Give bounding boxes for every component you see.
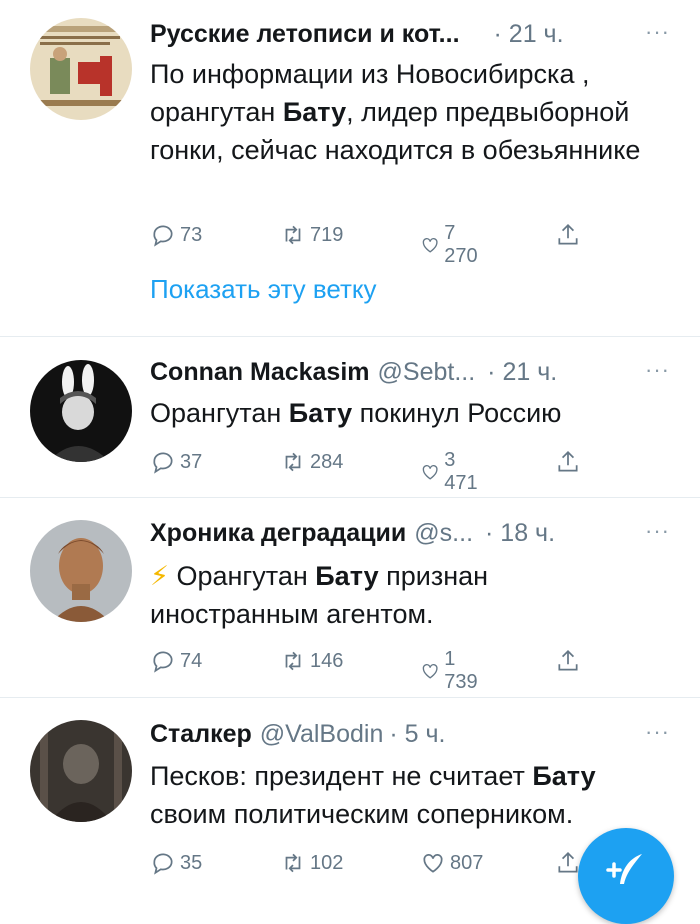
tweet-header: Сталкер @ValBodin · 5 ч. ··· bbox=[150, 717, 670, 751]
reply-count: 73 bbox=[180, 223, 203, 246]
reply-icon bbox=[153, 853, 173, 875]
reply-icon bbox=[153, 452, 173, 474]
like-button[interactable]: 3 471 bbox=[420, 449, 483, 495]
retweet-count: 146 bbox=[310, 649, 344, 672]
retweet-button[interactable]: 102 bbox=[280, 850, 343, 876]
like-button[interactable]: 807 bbox=[420, 850, 483, 876]
retweet-icon bbox=[285, 853, 301, 873]
like-button[interactable]: 7 270 bbox=[420, 222, 483, 268]
tweet-2[interactable]: Connan Mackasim @Sebt... · 21 ч. ··· Ора… bbox=[0, 337, 700, 497]
retweet-count: 284 bbox=[310, 450, 344, 473]
more-options-icon[interactable]: ··· bbox=[645, 715, 670, 749]
retweet-count: 102 bbox=[310, 851, 344, 874]
author-name[interactable]: Хроника деградации bbox=[150, 516, 406, 550]
share-button[interactable] bbox=[555, 222, 585, 248]
reply-count: 35 bbox=[180, 851, 203, 874]
like-count: 7 270 bbox=[444, 222, 478, 267]
share-icon bbox=[558, 451, 578, 472]
show-thread-link[interactable]: Показать эту ветку bbox=[150, 274, 377, 305]
reply-count: 74 bbox=[180, 649, 203, 672]
retweet-button[interactable]: 284 bbox=[280, 449, 343, 475]
reply-button[interactable]: 73 bbox=[150, 222, 202, 248]
tweet-time[interactable]: · 21 ч. bbox=[494, 17, 564, 51]
author-handle[interactable]: @ValBodin bbox=[260, 717, 384, 751]
more-options-icon[interactable]: ··· bbox=[645, 353, 670, 387]
reply-button[interactable]: 37 bbox=[150, 449, 202, 475]
share-icon bbox=[558, 650, 578, 671]
manuscript-avatar-image bbox=[30, 18, 132, 120]
more-options-icon[interactable]: ··· bbox=[645, 15, 670, 49]
avatar[interactable] bbox=[30, 18, 132, 120]
author-name[interactable]: Connan Mackasim bbox=[150, 355, 370, 389]
tweet-text: Песков: президент не считает Бату своим … bbox=[150, 761, 596, 829]
avatar[interactable] bbox=[30, 720, 132, 822]
like-count: 3 471 bbox=[444, 449, 478, 494]
tweet-header: Хроника деградации @s... · 18 ч. ··· bbox=[150, 516, 670, 550]
retweet-icon bbox=[285, 452, 301, 472]
reply-count: 37 bbox=[180, 450, 203, 473]
reply-button[interactable]: 35 bbox=[150, 850, 202, 876]
retweet-count: 719 bbox=[310, 223, 344, 246]
like-count: 1 739 bbox=[444, 648, 478, 693]
bust-avatar-image bbox=[30, 520, 132, 622]
like-count: 807 bbox=[450, 851, 484, 874]
more-options-icon[interactable]: ··· bbox=[645, 514, 670, 548]
tweet-time[interactable]: · 5 ч. bbox=[389, 717, 445, 751]
tweet-header: Русские летописи и кот... · 21 ч. ··· bbox=[150, 17, 670, 51]
author-handle[interactable]: @Sebt... bbox=[378, 355, 476, 389]
author-name[interactable]: Сталкер bbox=[150, 717, 252, 751]
reply-icon bbox=[153, 651, 173, 673]
tweet-text: Орангутан Бату покинул Россию bbox=[150, 398, 562, 428]
stalker-avatar-image bbox=[30, 720, 132, 822]
bunny-ears-avatar-image bbox=[30, 360, 132, 462]
author-name[interactable]: Русские летописи и кот... bbox=[150, 17, 460, 51]
share-icon bbox=[558, 224, 578, 245]
tweet-time[interactable]: · 21 ч. bbox=[487, 355, 557, 389]
tweet-3[interactable]: Хроника деградации @s... · 18 ч. ··· ⚡ О… bbox=[0, 498, 700, 697]
retweet-button[interactable]: 719 bbox=[280, 222, 343, 248]
tweet-text: ⚡ Орангутан Бату признан иностранным аге… bbox=[150, 561, 489, 629]
avatar[interactable] bbox=[30, 360, 132, 462]
avatar[interactable] bbox=[30, 520, 132, 622]
like-icon bbox=[423, 854, 443, 873]
tweet-header: Connan Mackasim @Sebt... · 21 ч. ··· bbox=[150, 355, 670, 389]
compose-tweet-button[interactable] bbox=[578, 828, 674, 924]
tweet-time[interactable]: · 18 ч. bbox=[485, 516, 555, 550]
like-icon bbox=[422, 663, 438, 679]
retweet-button[interactable]: 146 bbox=[280, 648, 343, 674]
like-button[interactable]: 1 739 bbox=[420, 648, 483, 694]
like-icon bbox=[422, 237, 438, 253]
retweet-icon bbox=[285, 225, 301, 245]
share-button[interactable] bbox=[555, 648, 585, 674]
author-handle[interactable]: @s... bbox=[414, 516, 473, 550]
reply-icon bbox=[153, 225, 173, 247]
tweet-1[interactable]: Русские летописи и кот... · 21 ч. ··· По… bbox=[0, 0, 700, 336]
lightning-icon: ⚡ bbox=[150, 561, 169, 591]
tweet-text: По информации из Новосибирска , орангута… bbox=[150, 59, 641, 165]
like-icon bbox=[422, 464, 438, 480]
share-button[interactable] bbox=[555, 449, 585, 475]
retweet-icon bbox=[285, 651, 301, 671]
compose-tweet-icon bbox=[606, 854, 642, 884]
reply-button[interactable]: 74 bbox=[150, 648, 202, 674]
